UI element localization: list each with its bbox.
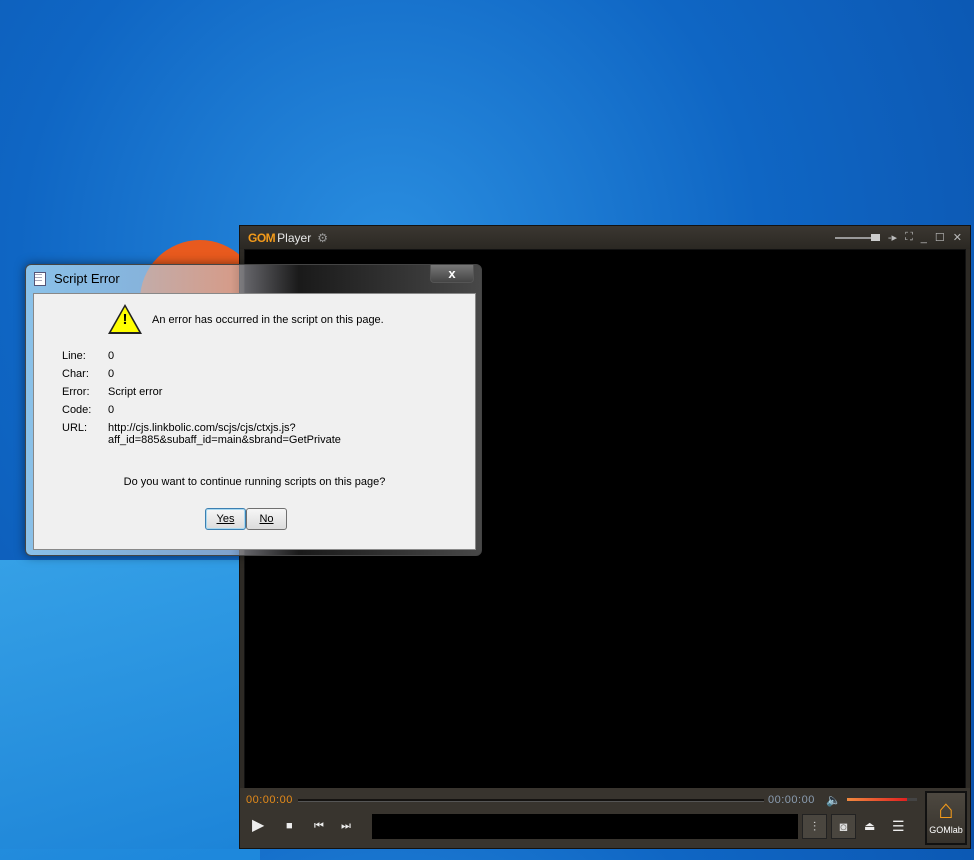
field-value: 0 xyxy=(108,350,115,362)
opacity-slider[interactable] xyxy=(834,233,880,241)
next-button[interactable]: ⏭ xyxy=(341,816,351,836)
play-button[interactable]: ▶ xyxy=(252,816,264,836)
field-error: Error: Script error xyxy=(62,386,162,398)
field-label: Error: xyxy=(62,386,90,398)
fullscreen-icon[interactable]: ⛶ xyxy=(905,231,913,244)
previous-button[interactable]: ⏮ xyxy=(314,816,324,836)
field-value: Script error xyxy=(108,386,163,398)
player-title-bar[interactable]: GOM Player ⚙ -▸ ⛶ _ ☐ ✕ xyxy=(240,226,970,249)
url-line-1: http://cjs.linkbolic.com/scjs/cjs/ctxjs.… xyxy=(108,422,296,434)
camera-icon[interactable]: ◙ xyxy=(831,814,856,839)
current-time: 00:00:00 xyxy=(246,794,293,806)
script-error-dialog: — — — Script Error x ! An error has occurr… xyxy=(25,264,482,556)
field-url: URL: http://cjs.linkbolic.com/scjs/cjs/ct… xyxy=(62,422,341,446)
field-code: Code: 0 xyxy=(62,404,114,416)
maximize-button[interactable]: ☐ xyxy=(935,231,945,244)
close-button[interactable]: ✕ xyxy=(953,231,962,244)
seek-bar[interactable] xyxy=(298,799,764,802)
gear-icon[interactable]: ⚙ xyxy=(317,231,328,245)
gomlab-label: GOMlab xyxy=(929,825,963,835)
yes-label: Yes xyxy=(216,513,235,525)
home-icon: ⌂ xyxy=(938,794,954,824)
stop-button[interactable]: ■ xyxy=(286,816,293,836)
document-icon: — — — xyxy=(34,271,46,286)
info-display xyxy=(372,814,798,839)
field-line: Line: 0 xyxy=(62,350,114,362)
equalizer-icon[interactable]: ⫶ xyxy=(802,814,827,839)
yes-button[interactable]: Yes xyxy=(205,508,246,530)
pin-icon[interactable]: -▸ xyxy=(888,231,897,244)
gom-logo: GOM xyxy=(248,230,276,245)
total-time: 00:00:00 xyxy=(768,794,815,806)
dialog-title-bar[interactable]: — — — Script Error xyxy=(26,265,481,292)
no-label: No xyxy=(259,513,274,525)
field-label: Char: xyxy=(62,368,89,380)
no-button[interactable]: No xyxy=(246,508,287,530)
error-message: An error has occurred in the script on t… xyxy=(152,314,384,326)
field-label: Line: xyxy=(62,350,86,362)
eject-icon[interactable]: ⏏ xyxy=(864,816,875,836)
minimize-button[interactable]: _ xyxy=(921,232,927,244)
continue-question: Do you want to continue running scripts … xyxy=(123,476,386,488)
gomlab-home-button[interactable]: ⌂ GOMlab xyxy=(925,791,967,845)
dialog-title: Script Error xyxy=(54,271,120,286)
field-value: 0 xyxy=(108,404,115,416)
field-label: Code: xyxy=(62,404,92,416)
menu-icon[interactable]: ☰ xyxy=(892,816,905,836)
player-title: Player xyxy=(277,230,312,245)
volume-icon[interactable]: 🔈 xyxy=(826,790,841,810)
control-bar: 00:00:00 00:00:00 🔈 ▶ ■ ⏮ ⏭ ⫶ ◙ ⏏ ☰ ⌂ GO… xyxy=(240,788,970,848)
volume-slider[interactable] xyxy=(847,798,917,801)
desktop-wallpaper-swoosh xyxy=(0,560,260,860)
url-line-2: aff_id=885&subaff_id=main&sbrand=GetPriv… xyxy=(108,434,341,446)
dialog-close-button[interactable]: x xyxy=(430,265,474,283)
dialog-body: ! An error has occurred in the script on… xyxy=(33,293,476,550)
field-label: URL: xyxy=(62,422,88,434)
field-value: 0 xyxy=(108,368,115,380)
field-char: Char: 0 xyxy=(62,368,114,380)
warning-exclamation: ! xyxy=(122,311,128,328)
